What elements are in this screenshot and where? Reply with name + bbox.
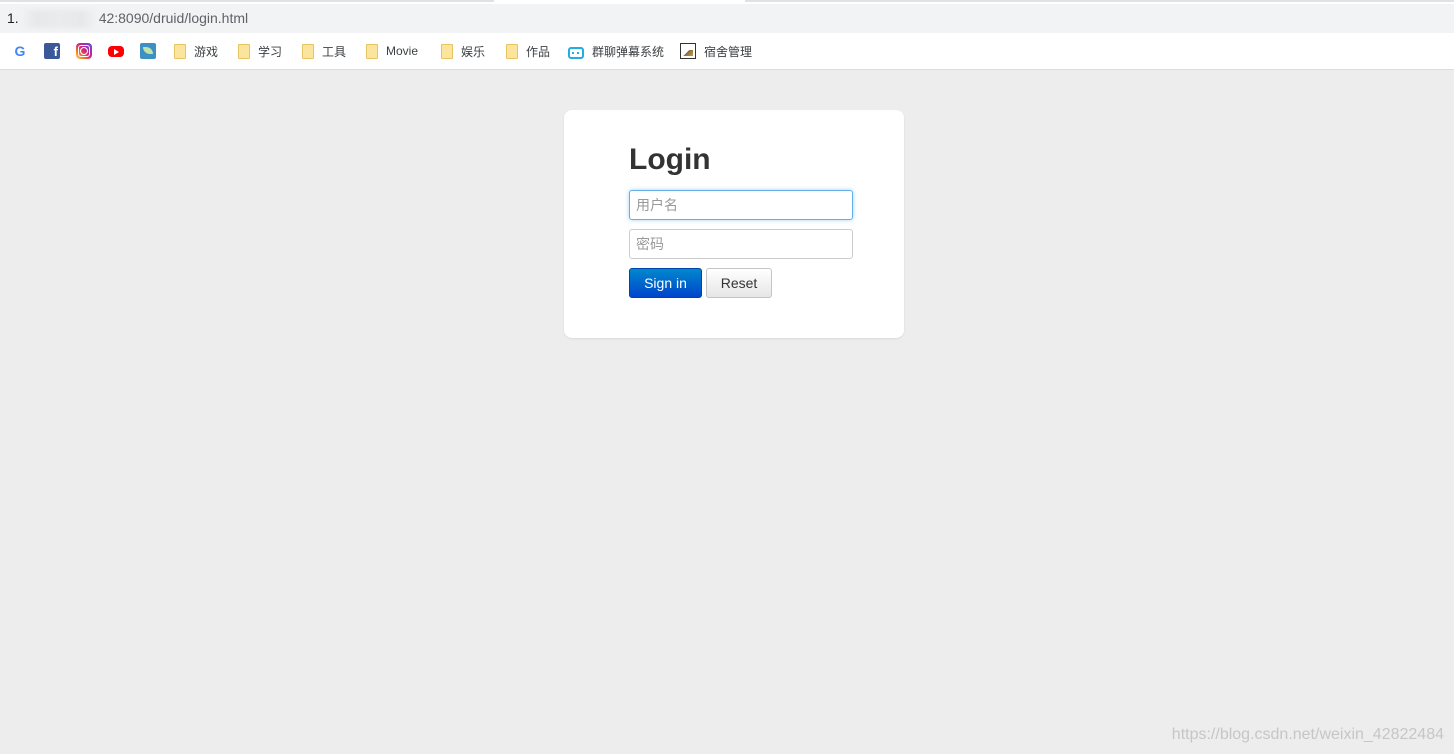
google-icon: G	[14, 43, 26, 59]
bookmark-danmaku-system[interactable]: 群聊弹幕系统	[568, 42, 664, 60]
reset-button[interactable]: Reset	[706, 268, 772, 298]
tab-strip-segment	[745, 0, 1454, 2]
folder-icon	[506, 43, 518, 59]
bookmarks-bar: G f 游戏 学习 工具 Movie 娱乐 作品 群聊弹幕系统 宿舍管理	[0, 33, 1454, 70]
redacted-region	[19, 10, 98, 29]
url-path: 42:8090/druid/login.html	[98, 10, 249, 26]
bookmark-google[interactable]: G	[12, 42, 28, 60]
login-card: Login Sign in Reset	[564, 110, 904, 338]
bookmark-label: 群聊弹幕系统	[592, 44, 665, 59]
youtube-icon	[108, 45, 124, 57]
bookmark-label: 游戏	[194, 44, 219, 59]
bookmark-folder-works[interactable]: 作品	[506, 42, 550, 60]
folder-icon	[302, 43, 314, 59]
bookmark-label: 作品	[526, 44, 551, 59]
bookmark-folder-tools[interactable]: 工具	[302, 42, 346, 60]
bookmark-label: 宿舍管理	[704, 44, 753, 59]
picture-icon	[680, 43, 696, 59]
url-host-prefix: 1.	[7, 10, 19, 26]
address-bar[interactable]: 1. 42:8090/druid/login.html	[0, 4, 1454, 33]
bookmark-label: 娱乐	[461, 44, 486, 59]
bookmark-label: 学习	[258, 44, 283, 59]
bookmark-folder-games[interactable]: 游戏	[174, 42, 218, 60]
folder-icon	[238, 43, 250, 59]
leaf-app-icon	[140, 43, 156, 59]
sign-in-button[interactable]: Sign in	[629, 268, 702, 298]
bookmark-folder-movie[interactable]: Movie	[366, 42, 418, 60]
username-input[interactable]	[629, 190, 853, 220]
tab-strip-segment	[0, 0, 494, 2]
bookmark-facebook[interactable]: f	[44, 42, 60, 60]
bookmark-folder-study[interactable]: 学习	[238, 42, 282, 60]
login-title: Login	[629, 143, 711, 176]
folder-icon	[174, 43, 186, 59]
bookmark-folder-entertainment[interactable]: 娱乐	[441, 42, 485, 60]
bookmark-youtube[interactable]	[108, 42, 124, 60]
bookmark-leaf-app[interactable]	[140, 42, 156, 60]
watermark-text: https://blog.csdn.net/weixin_42822484	[1171, 726, 1444, 743]
folder-icon	[366, 43, 378, 59]
bookmark-instagram[interactable]	[76, 42, 92, 60]
instagram-icon	[76, 43, 92, 59]
facebook-icon: f	[44, 43, 60, 59]
folder-icon	[441, 43, 453, 59]
bookmark-label: 工具	[322, 44, 347, 59]
bookmark-dorm-management[interactable]: 宿舍管理	[680, 42, 752, 60]
bookmark-label: Movie	[386, 44, 419, 58]
bilibili-tv-icon	[568, 46, 584, 59]
url-text[interactable]: 1. 42:8090/druid/login.html	[7, 10, 249, 29]
password-input[interactable]	[629, 229, 853, 259]
